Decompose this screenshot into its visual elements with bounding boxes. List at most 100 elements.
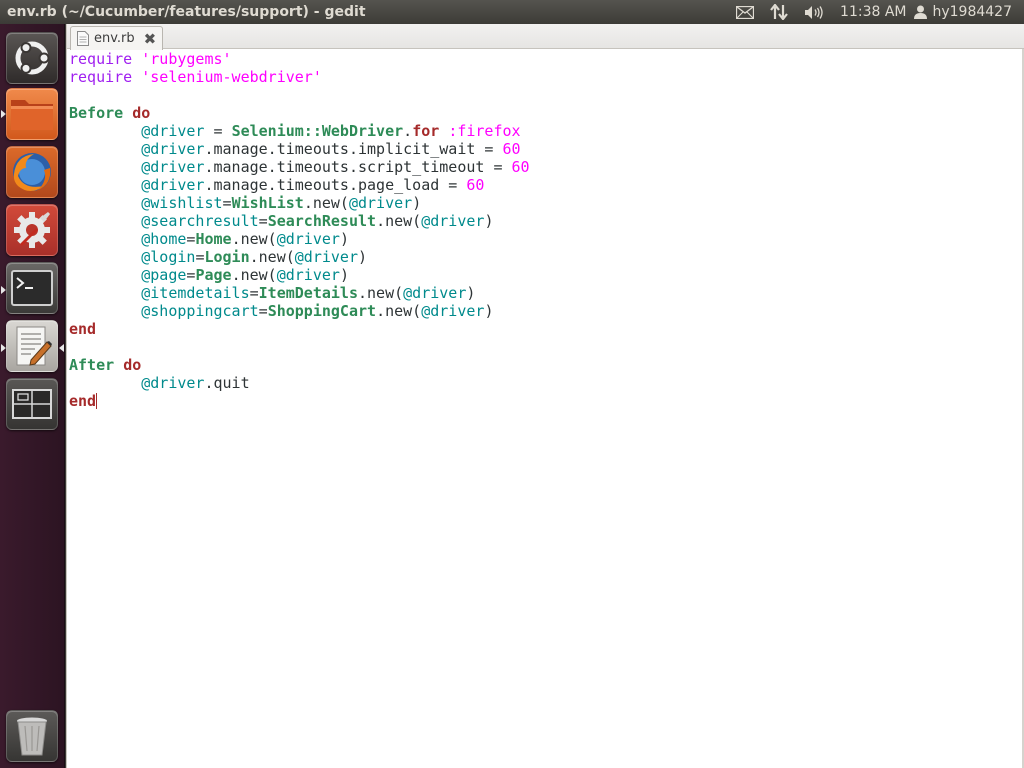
code-token: = — [204, 122, 232, 140]
code-line: @driver.manage.timeouts.script_timeout =… — [69, 158, 1020, 176]
code-token: @shoppingcart — [141, 302, 259, 320]
files-launcher-button[interactable] — [6, 88, 58, 140]
code-token: .new( — [376, 212, 422, 230]
code-token: ) — [339, 266, 349, 284]
code-token: ) — [466, 284, 476, 302]
clock[interactable]: 11:38 AM — [832, 4, 914, 20]
code-line: After do — [69, 356, 1020, 374]
text-document-icon — [77, 31, 89, 46]
code-token: require — [69, 68, 133, 86]
workspace-switcher-icon — [12, 389, 52, 419]
code-token: ) — [484, 212, 494, 230]
code-token: @driver — [141, 122, 205, 140]
dash-home-button[interactable] — [6, 32, 58, 84]
code-token: @driver — [141, 140, 205, 158]
code-token: After — [69, 356, 115, 374]
code-token: ) — [412, 194, 422, 212]
code-token: 60 — [502, 140, 521, 158]
code-token: WishList — [231, 194, 304, 212]
code-token: 60 — [466, 176, 485, 194]
code-line: @driver = Selenium::WebDriver.for :firef… — [69, 122, 1020, 140]
tab-env-rb[interactable]: env.rb ✖ — [70, 26, 163, 50]
code-line: @wishlist=WishList.new(@driver) — [69, 194, 1020, 212]
code-token: . — [403, 122, 413, 140]
code-token: = — [258, 212, 268, 230]
code-line: @driver.quit — [69, 374, 1020, 392]
code-token: Home — [195, 230, 232, 248]
code-token: end — [69, 392, 97, 410]
code-token: @driver — [141, 158, 205, 176]
trash-launcher-button[interactable] — [6, 710, 58, 762]
code-token: .new( — [303, 194, 349, 212]
code-line: @searchresult=SearchResult.new(@driver) — [69, 212, 1020, 230]
code-token: do — [123, 356, 142, 374]
code-line: @page=Page.new(@driver) — [69, 266, 1020, 284]
code-token: .quit — [204, 374, 250, 392]
code-editor[interactable]: require 'rubygems' require 'selenium-webd… — [69, 50, 1020, 768]
terminal-launcher-button[interactable] — [6, 262, 58, 314]
text-editor-launcher-button[interactable] — [6, 320, 58, 372]
user-icon — [914, 5, 928, 19]
text-editor-icon — [16, 326, 52, 366]
tab-label: env.rb — [94, 31, 135, 46]
code-token: @wishlist — [141, 194, 223, 212]
top-panel: env.rb (~/Cucumber/features/support) - g… — [0, 0, 1024, 24]
code-token: @driver — [276, 266, 340, 284]
code-token: .manage.timeouts.implicit_wait = — [204, 140, 503, 158]
code-token: @searchresult — [141, 212, 259, 230]
code-line: Before do — [69, 104, 1020, 122]
trash-icon — [17, 717, 47, 756]
volume-icon[interactable] — [796, 0, 832, 24]
username-label: hy1984427 — [932, 4, 1012, 20]
code-token: @page — [141, 266, 187, 284]
user-menu[interactable]: hy1984427 — [914, 4, 1024, 20]
code-token: 60 — [511, 158, 530, 176]
code-token: .new( — [231, 230, 277, 248]
system-tray: 11:38 AM hy1984427 — [728, 0, 1024, 24]
mail-icon[interactable] — [728, 0, 762, 24]
code-line: @driver.manage.timeouts.implicit_wait = … — [69, 140, 1020, 158]
code-token: .new( — [358, 284, 404, 302]
code-token: @driver — [276, 230, 340, 248]
ubuntu-logo-icon — [15, 41, 50, 75]
firefox-launcher-button[interactable] — [6, 146, 58, 198]
code-token: ) — [339, 230, 349, 248]
code-line: @login=Login.new(@driver) — [69, 248, 1020, 266]
code-token: Login — [204, 248, 250, 266]
firefox-icon — [13, 153, 51, 191]
code-token: @driver — [141, 374, 205, 392]
code-token: @driver — [421, 212, 485, 230]
code-token: 'rubygems' — [141, 50, 232, 68]
code-line: @driver.manage.timeouts.page_load = 60 — [69, 176, 1020, 194]
code-line: ​ — [69, 338, 1020, 356]
code-token: .new( — [376, 302, 422, 320]
text-cursor — [96, 393, 98, 409]
code-token: :firefox — [448, 122, 521, 140]
code-token: ItemDetails — [258, 284, 358, 302]
close-tab-icon[interactable]: ✖ — [144, 30, 157, 48]
code-line: @home=Home.new(@driver) — [69, 230, 1020, 248]
code-token: @driver — [348, 194, 413, 212]
code-token: = — [249, 284, 259, 302]
code-token: .manage.timeouts.script_timeout = — [204, 158, 512, 176]
workspace-switcher-launcher-button[interactable] — [6, 378, 58, 430]
code-token: .new( — [249, 248, 295, 266]
system-settings-launcher-button[interactable] — [6, 204, 58, 256]
code-token: ShoppingCart — [267, 302, 377, 320]
code-line: end — [69, 392, 1020, 410]
network-icon[interactable] — [762, 0, 796, 24]
code-token: for — [412, 122, 440, 140]
code-token: .new( — [231, 266, 277, 284]
code-line: require 'selenium-webdriver' — [69, 68, 1020, 86]
code-token: Selenium::WebDriver — [231, 122, 404, 140]
